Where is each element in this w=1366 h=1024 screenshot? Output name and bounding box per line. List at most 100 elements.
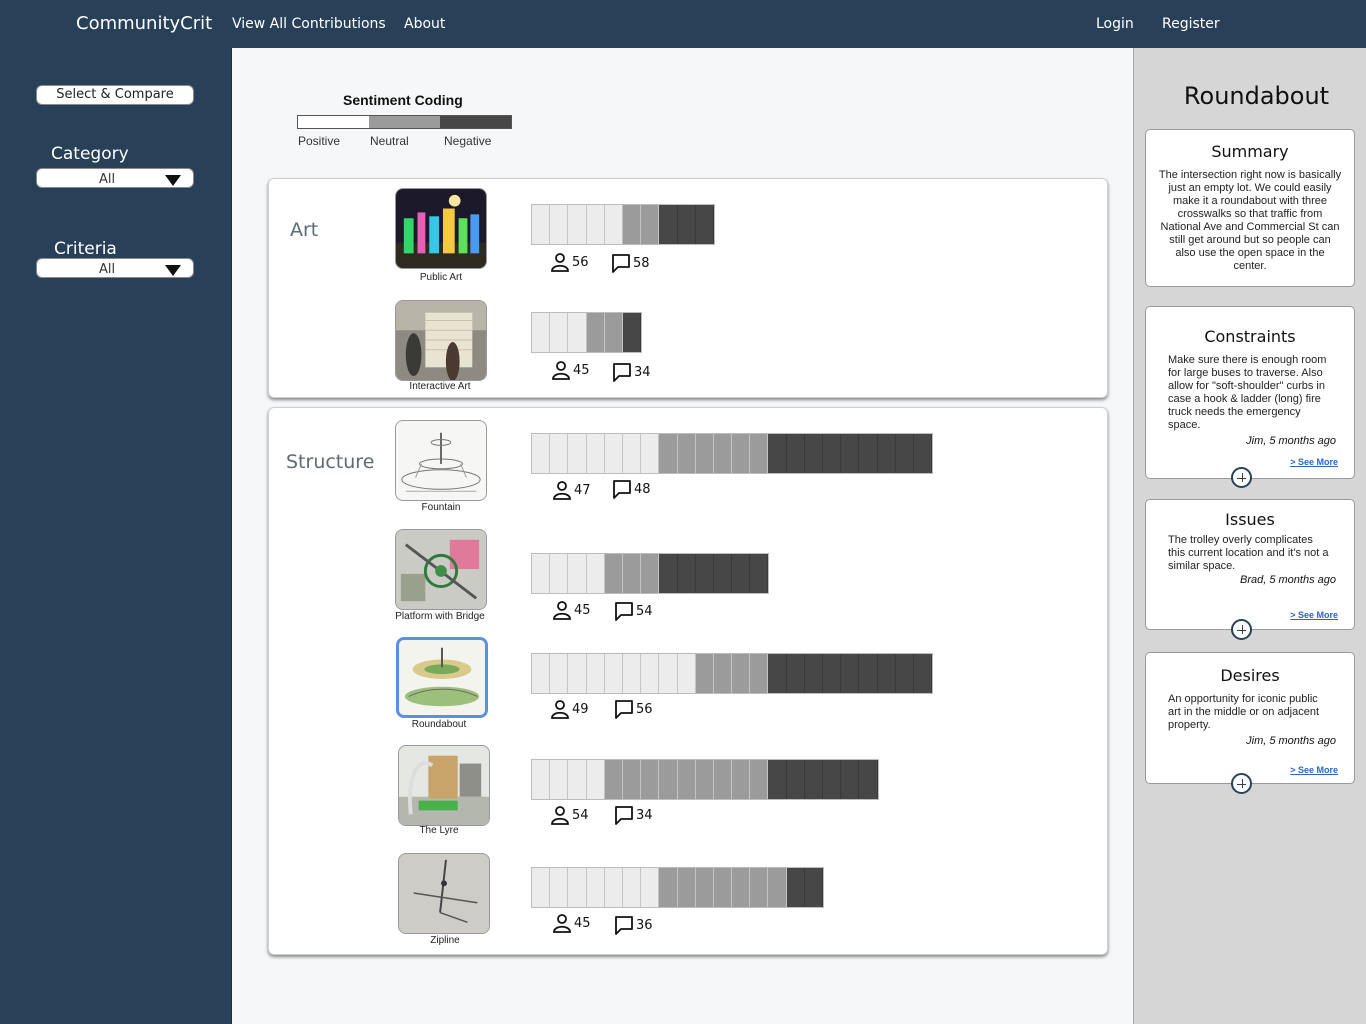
- sentiment-bar-interactive-art[interactable]: [531, 312, 643, 353]
- person-icon: [551, 806, 569, 825]
- category-dropdown[interactable]: All: [36, 168, 194, 188]
- constraints-see-more-link[interactable]: > See More: [1290, 457, 1338, 467]
- nav-register[interactable]: Register: [1162, 16, 1220, 32]
- idea-thumbnail-public-art[interactable]: [395, 188, 487, 269]
- comment-icon: [615, 700, 633, 719]
- positive-segment: [550, 554, 569, 593]
- positive-segment: [550, 654, 569, 693]
- comment-count: 48: [612, 479, 651, 499]
- neutral-segment: [659, 868, 678, 907]
- add-constraint-icon[interactable]: [1231, 467, 1252, 488]
- idea-caption: Roundabout: [411, 719, 467, 730]
- sentiment-bar-public-art[interactable]: [531, 204, 715, 245]
- idea-thumbnail-the-lyre[interactable]: [398, 745, 490, 826]
- idea-caption: Platform with Bridge: [395, 611, 485, 622]
- legend-negative-swatch: [440, 116, 511, 128]
- positive-segment: [532, 760, 551, 799]
- negative-segment: [913, 434, 933, 473]
- idea-caption: Zipline: [430, 935, 460, 946]
- issues-see-more-link[interactable]: > See More: [1290, 610, 1338, 620]
- comment-count: 56: [614, 699, 653, 719]
- positive-segment: [550, 760, 569, 799]
- comment-count-value: 56: [636, 701, 653, 717]
- idea-caption: Interactive Art: [409, 381, 471, 392]
- comment-icon: [613, 363, 631, 382]
- people-count-value: 45: [574, 915, 591, 931]
- neutral-segment: [641, 760, 660, 799]
- people-count-value: 54: [572, 807, 589, 823]
- sentiment-bar-zipline[interactable]: [531, 867, 824, 908]
- positive-segment: [532, 654, 551, 693]
- neutral-segment: [732, 434, 751, 473]
- person-icon: [553, 601, 571, 620]
- negative-segment: [768, 434, 787, 473]
- people-count-value: 45: [574, 602, 591, 618]
- positive-segment: [550, 434, 569, 473]
- sentiment-legend-bar: [297, 115, 512, 129]
- comment-count: 34: [614, 805, 653, 825]
- positive-segment: [550, 313, 569, 352]
- negative-segment: [823, 760, 842, 799]
- neutral-segment: [622, 205, 642, 244]
- positive-segment: [677, 654, 696, 693]
- idea-thumbnail-fountain[interactable]: [395, 420, 487, 501]
- negative-segment: [786, 760, 805, 799]
- constraints-text: Make sure there is enough room for large…: [1168, 354, 1327, 431]
- summary-card: Summary The intersection right now is ba…: [1145, 129, 1355, 287]
- people-count: 56: [550, 252, 589, 272]
- neutral-segment: [695, 654, 714, 693]
- positive-segment: [641, 434, 660, 473]
- idea-thumbnail-interactive-art[interactable]: [395, 300, 487, 381]
- neutral-segment: [713, 760, 733, 799]
- neutral-segment: [677, 868, 696, 907]
- criteria-dropdown[interactable]: All: [36, 258, 194, 278]
- neutral-segment: [732, 760, 751, 799]
- comment-count: 36: [614, 915, 653, 935]
- positive-segment: [659, 654, 678, 693]
- positive-segment: [568, 760, 587, 799]
- add-desire-icon[interactable]: [1231, 773, 1252, 794]
- negative-segment: [622, 313, 642, 352]
- brand-logo[interactable]: CommunityCrit: [76, 13, 212, 34]
- interactive-art-image: [396, 301, 486, 380]
- filter-sidebar: Select & Compare Category All Criteria A…: [0, 48, 232, 1024]
- negative-segment: [841, 654, 860, 693]
- negative-segment: [786, 868, 805, 907]
- desires-card: Desires An opportunity for iconic public…: [1145, 652, 1355, 784]
- positive-segment: [532, 554, 551, 593]
- neutral-segment: [750, 434, 769, 473]
- sentiment-bar-fountain[interactable]: [531, 433, 934, 474]
- select-compare-button[interactable]: Select & Compare: [36, 85, 194, 105]
- nav-about[interactable]: About: [404, 16, 445, 32]
- negative-segment: [841, 434, 860, 473]
- idea-thumbnail-zipline[interactable]: [398, 853, 490, 934]
- comment-icon: [615, 916, 633, 935]
- nav-view-all-contributions[interactable]: View All Contributions: [232, 16, 386, 32]
- add-issue-icon[interactable]: [1231, 619, 1252, 640]
- comment-count: 34: [612, 362, 651, 382]
- nav-login[interactable]: Login: [1096, 16, 1134, 32]
- idea-thumbnail-roundabout[interactable]: [396, 637, 488, 718]
- idea-thumbnail-platform-with-bridge[interactable]: [395, 529, 487, 610]
- neutral-segment: [713, 654, 733, 693]
- sentiment-bar-platform-with-bridge[interactable]: [531, 553, 770, 594]
- negative-segment: [695, 205, 714, 244]
- neutral-segment: [622, 760, 642, 799]
- negative-segment: [677, 205, 696, 244]
- positive-segment: [550, 868, 569, 907]
- negative-segment: [804, 434, 823, 473]
- desires-see-more-link[interactable]: > See More: [1290, 765, 1338, 775]
- neutral-segment: [604, 554, 623, 593]
- comment-icon: [613, 480, 631, 499]
- sentiment-bar-the-lyre[interactable]: [531, 759, 879, 800]
- sentiment-bar-roundabout[interactable]: [531, 653, 934, 694]
- the-lyre-image: [399, 746, 489, 825]
- people-count: 49: [550, 699, 589, 719]
- positive-segment: [568, 654, 587, 693]
- negative-segment: [877, 654, 896, 693]
- comment-icon: [615, 602, 633, 621]
- constraints-heading: Constraints: [1204, 327, 1296, 346]
- negative-segment: [823, 434, 842, 473]
- positive-segment: [622, 654, 642, 693]
- neutral-segment: [750, 654, 769, 693]
